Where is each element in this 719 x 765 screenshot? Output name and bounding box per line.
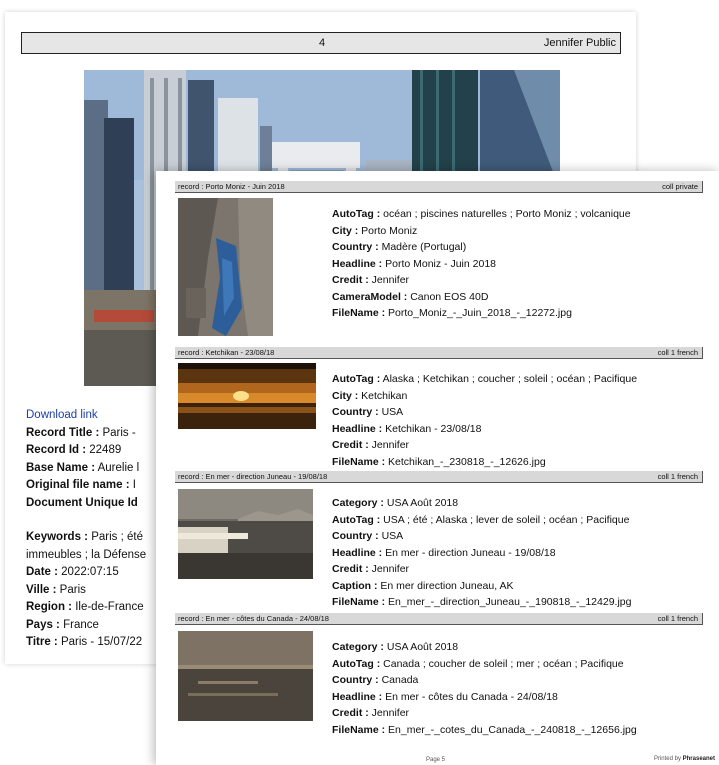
record-thumbnail[interactable] [178,198,273,336]
record-header: record : Porto Moniz - Juin 2018 coll pr… [175,181,703,193]
record-title: record : Porto Moniz - Juin 2018 [178,182,285,191]
record-fields: AutoTag : Alaska ; Ketchikan ; coucher ;… [332,373,638,468]
phraseanet-brand: Phraseanet [682,756,715,762]
printed-by: Printed by Phraseanet [653,756,715,762]
field-base-name: Base Name : Aurelie l [26,461,140,474]
record-thumbnail[interactable] [178,489,313,579]
field-pays: Pays : France [26,618,99,631]
record-header: record : En mer - côtes du Canada - 24/0… [175,613,703,625]
page-header: 4 Jennifer Public [21,32,621,54]
field-date: Date : 2022:07:15 [26,566,119,578]
field-keywords-cont: immeubles ; la Défense [26,548,147,561]
download-link[interactable]: Download link [26,409,98,421]
record-title: record : Ketchikan - 23/08/18 [178,348,275,357]
record-collection: coll 1 french [657,614,698,623]
field-keywords: Keywords : Paris ; été [26,531,143,543]
front-page: record : Porto Moniz - Juin 2018 coll pr… [156,171,719,765]
field-record-id: Record Id : 22489 [26,444,122,456]
record-header: record : En mer - direction Juneau - 19/… [175,471,703,483]
record-title: record : En mer - direction Juneau - 19/… [178,472,328,481]
field-original-file-name: Original file name : I [26,479,136,491]
record-header: record : Ketchikan - 23/08/18 coll 1 fre… [175,347,703,359]
record-metadata: Download link Record Title : Paris - Rec… [26,407,146,652]
record-collection: coll private [662,182,698,191]
field-record-title: Record Title : Paris - [26,426,136,439]
field-ville: Ville : Paris [26,583,86,596]
record-thumbnail[interactable] [178,631,313,721]
field-region: Region : Ile-de-France [26,601,144,613]
record-fields: Category : USA Août 2018 AutoTag : Canad… [332,641,637,736]
field-titre: Titre : Paris - 15/07/22 [26,636,143,648]
page-author: Jennifer Public [543,37,616,49]
record-title: record : En mer - côtes du Canada - 24/0… [178,614,329,623]
record-collection: coll 1 french [657,348,698,357]
record-fields: Category : USA Août 2018 AutoTag : USA ;… [332,497,632,608]
field-document-unique-id: Document Unique Id [26,496,138,509]
record-collection: coll 1 french [657,472,698,481]
record-thumbnail[interactable] [178,363,316,429]
page-number: 4 [318,37,326,49]
page-footer-number: Page 5 [426,757,446,763]
record-fields: AutoTag : océan ; piscines naturelles ; … [332,208,631,319]
